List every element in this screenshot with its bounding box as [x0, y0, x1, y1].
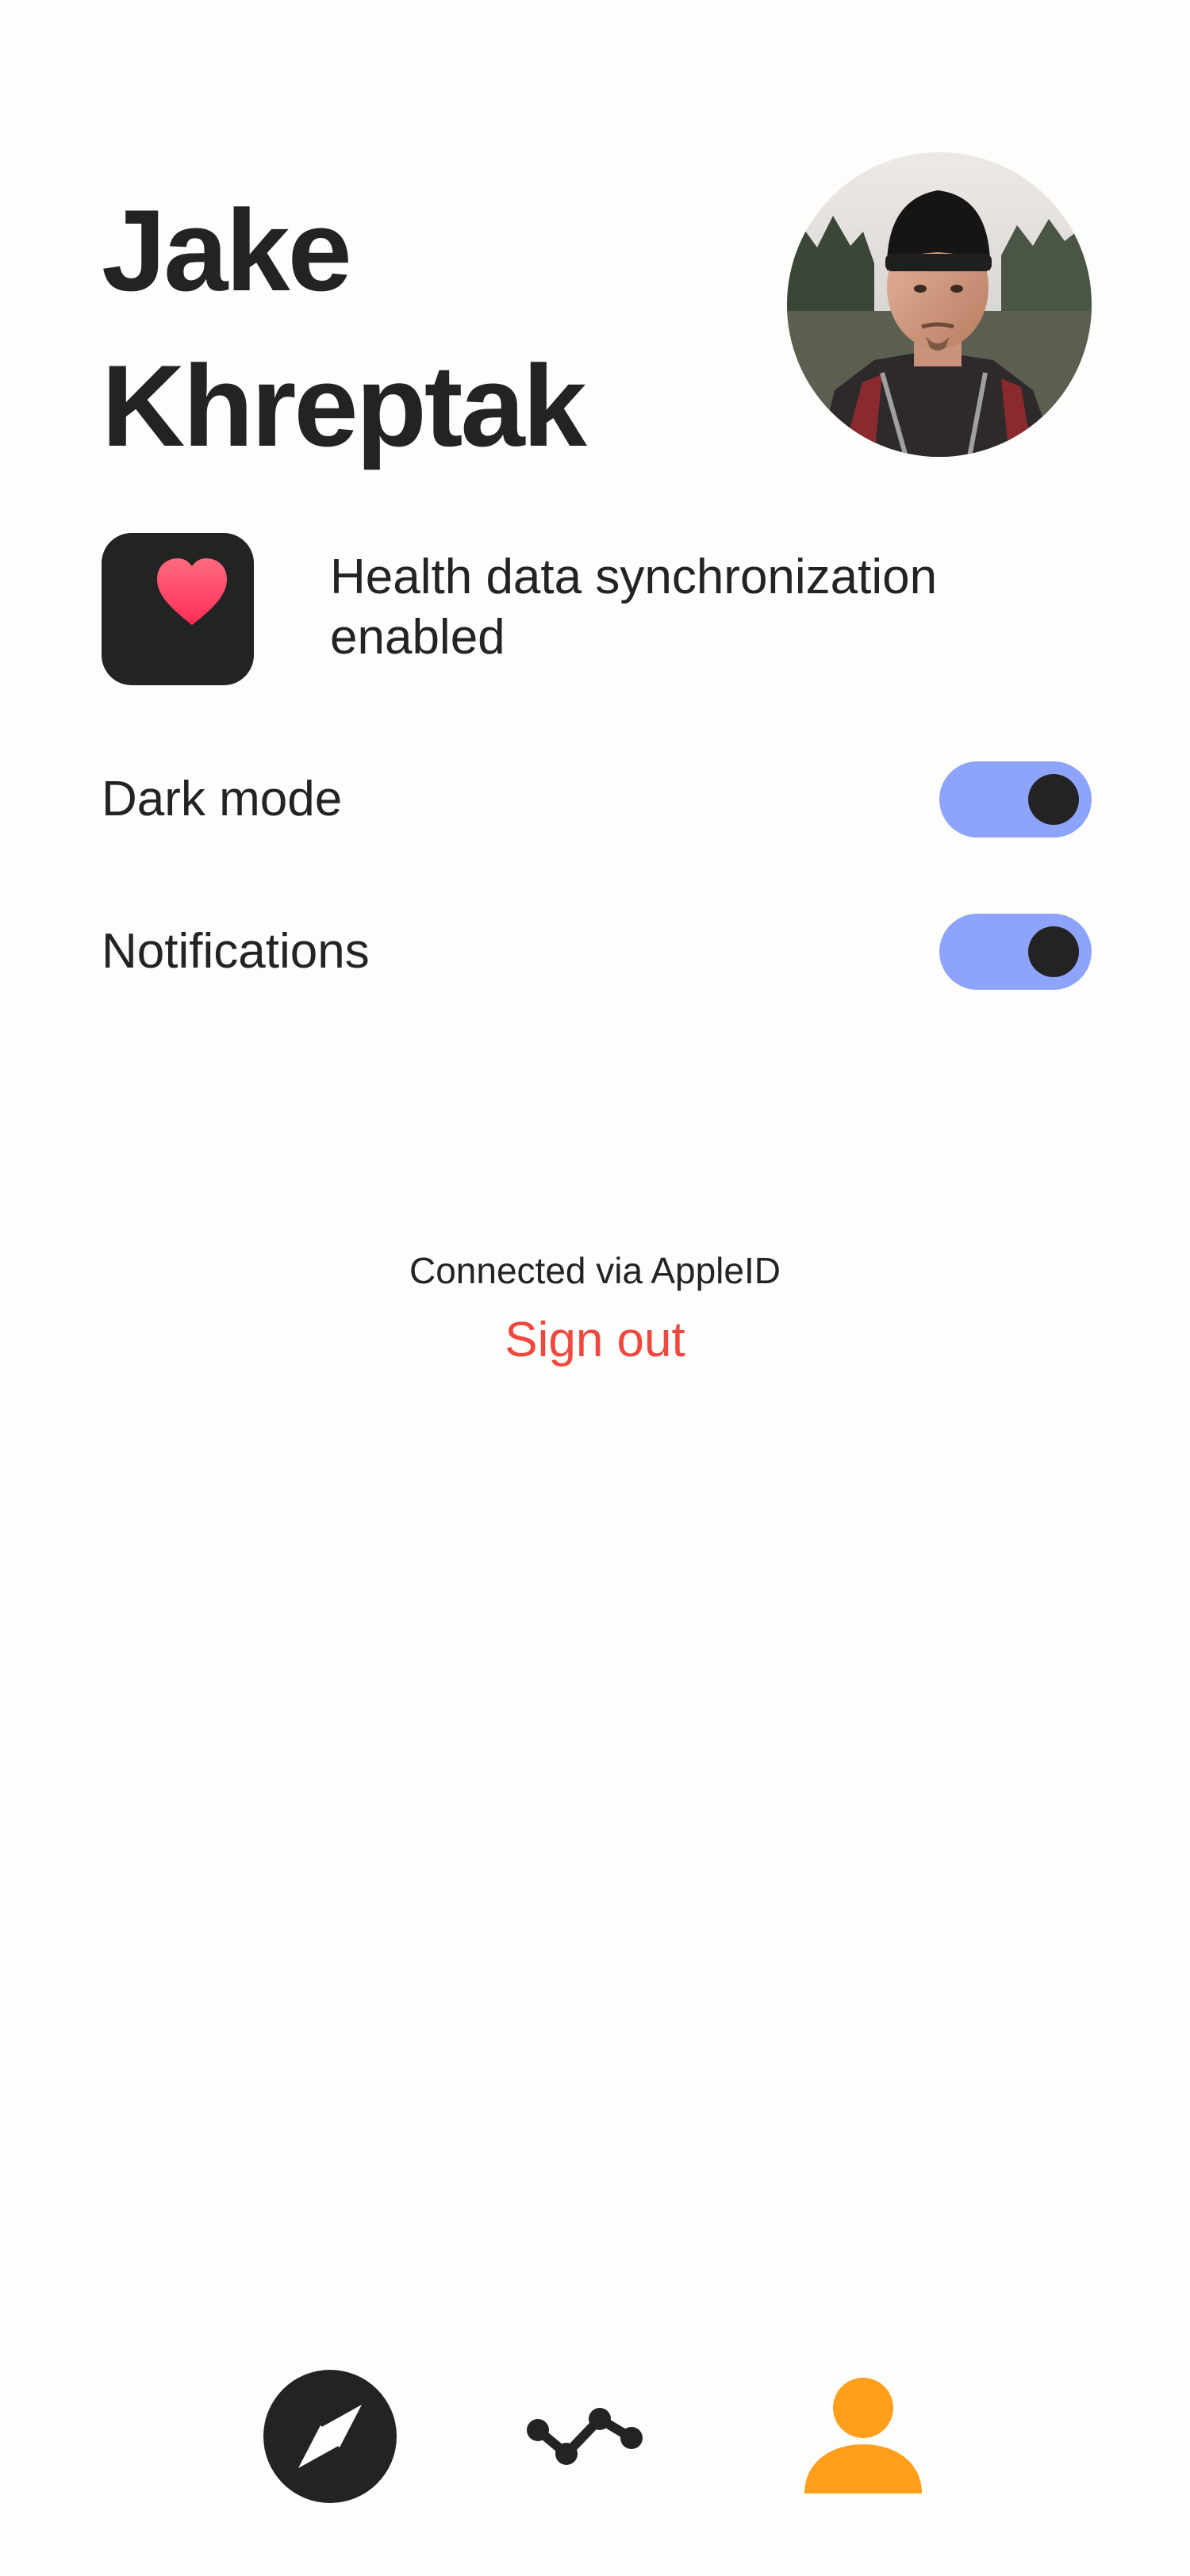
- tab-bar: [0, 2360, 1190, 2513]
- dark-mode-label: Dark mode: [102, 772, 343, 826]
- avatar-photo: [787, 152, 1092, 457]
- profile-first-name: Jake: [102, 186, 352, 315]
- sign-out-button[interactable]: Sign out: [436, 1309, 754, 1372]
- health-sync-status: Health data synchronization enabled: [330, 550, 938, 665]
- health-app-icon: [102, 533, 254, 685]
- tab-profile[interactable]: [787, 2360, 939, 2513]
- toggle-knob: [1028, 926, 1079, 977]
- person-icon: [804, 2378, 922, 2494]
- health-sync-row: Health data synchronization enabled: [102, 533, 1092, 685]
- heart-icon: [157, 558, 227, 625]
- notifications-toggle[interactable]: [939, 914, 1092, 990]
- setting-row-notifications: Notifications: [102, 914, 1092, 990]
- profile-name: Jake Khreptak: [102, 173, 736, 484]
- setting-row-dark-mode: Dark mode: [102, 761, 1092, 838]
- tab-explore[interactable]: [254, 2360, 406, 2513]
- chart-line-icon: [527, 2408, 643, 2465]
- profile-last-name: Khreptak: [102, 341, 587, 470]
- avatar[interactable]: [787, 152, 1092, 457]
- tab-statistics[interactable]: [520, 2360, 673, 2513]
- notifications-label: Notifications: [102, 924, 370, 979]
- dark-mode-toggle[interactable]: [939, 761, 1092, 838]
- compass-icon: [263, 2370, 397, 2503]
- connected-via-text: Connected via AppleID: [409, 1250, 781, 1291]
- toggle-knob: [1028, 774, 1079, 825]
